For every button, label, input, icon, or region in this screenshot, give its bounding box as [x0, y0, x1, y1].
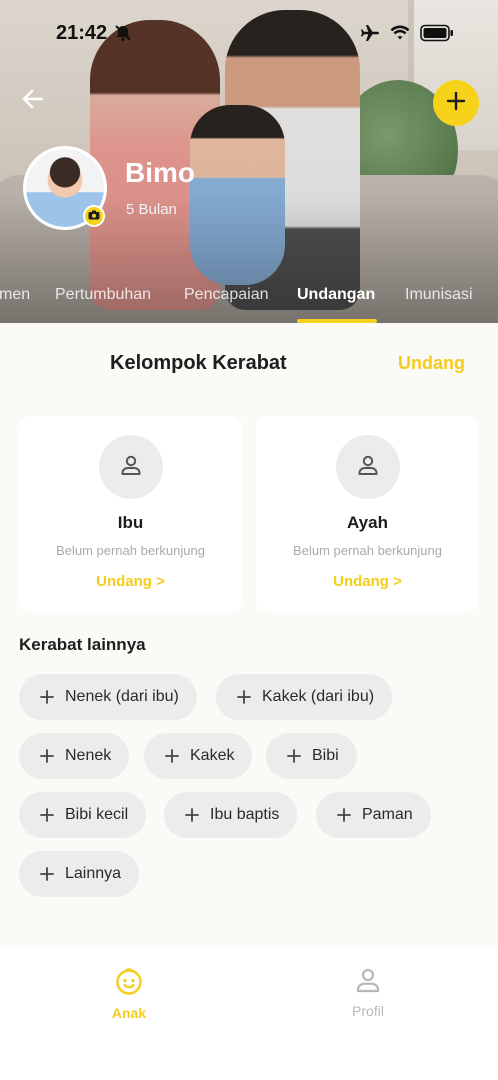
plus-icon [446, 91, 466, 116]
section-title: Kelompok Kerabat [110, 352, 287, 374]
add-button[interactable] [433, 80, 479, 126]
child-name: Bimo [125, 157, 195, 188]
chip-kakek[interactable]: Kakek [144, 733, 253, 779]
chip-label: Kakek (dari ibu) [262, 688, 375, 705]
silent-bell-icon [114, 24, 132, 47]
person-icon [356, 453, 380, 482]
tab-pertumbuhan[interactable]: Pertumbuhan [55, 286, 151, 304]
plus-icon [39, 866, 55, 882]
wifi-icon [390, 25, 410, 46]
nav-label: Anak [111, 1005, 147, 1021]
card-status: Belum pernah berkunjung [293, 543, 442, 558]
plus-icon [39, 689, 55, 705]
other-relatives-title: Kerabat lainnya [19, 635, 146, 654]
card-label: Ayah [347, 513, 388, 532]
airplane-mode-icon [360, 24, 380, 47]
plus-icon [236, 689, 252, 705]
tab-perkembangan[interactable]: men [0, 286, 30, 304]
chip-label: Bibi kecil [65, 806, 129, 823]
plus-icon [336, 807, 352, 823]
chip-label: Kakek [190, 747, 235, 764]
chip-paman[interactable]: Paman [316, 792, 431, 838]
status-time: 21:42 [56, 22, 108, 44]
person-icon [355, 968, 381, 998]
chip-label: Ibu baptis [210, 806, 280, 823]
chip-label: Bibi [312, 747, 339, 764]
bottom-nav: Anak Profil [0, 948, 498, 1080]
child-age: 5 Bulan [126, 201, 177, 218]
chip-label: Nenek [65, 747, 112, 764]
plus-icon [286, 748, 302, 764]
chip-bibi[interactable]: Bibi [266, 733, 357, 779]
card-label: Ibu [117, 513, 144, 532]
relative-card-ibu[interactable]: Ibu Belum pernah berkunjung Undang > [19, 416, 242, 612]
avatar-placeholder [99, 435, 163, 499]
chip-lainnya[interactable]: Lainnya [19, 851, 140, 897]
chip-ibu-baptis[interactable]: Ibu baptis [164, 792, 298, 838]
active-tab-indicator [297, 319, 377, 323]
back-button[interactable] [18, 86, 48, 116]
change-photo-button[interactable] [83, 205, 105, 227]
avatar-placeholder [336, 435, 400, 499]
battery-icon [420, 24, 454, 47]
tab-bar: men Pertumbuhan Pencapaian Undangan Imun… [0, 282, 498, 323]
person-icon [119, 453, 143, 482]
chip-bibi-kecil[interactable]: Bibi kecil [19, 792, 147, 838]
plus-icon [184, 807, 200, 823]
chip-label: Nenek (dari ibu) [65, 688, 179, 705]
plus-icon [39, 748, 55, 764]
baby-face-icon [114, 968, 144, 1000]
tab-imunisasi[interactable]: Imunisasi [405, 286, 473, 304]
nav-item-anak[interactable]: Anak [79, 966, 179, 1021]
card-invite-button[interactable]: Undang > [256, 573, 479, 590]
camera-icon [88, 207, 100, 225]
tab-pencapaian[interactable]: Pencapaian [184, 286, 269, 304]
tab-undangan[interactable]: Undangan [297, 286, 375, 304]
invite-button[interactable]: Undang [398, 353, 465, 374]
nav-item-profil[interactable]: Profil [318, 966, 418, 1019]
card-invite-button[interactable]: Undang > [19, 573, 242, 590]
status-bar: 21:42 [0, 0, 498, 66]
chip-nenek-dari-ibu[interactable]: Nenek (dari ibu) [19, 674, 197, 720]
arrow-left-icon [22, 89, 44, 114]
chip-kakek-dari-ibu[interactable]: Kakek (dari ibu) [216, 674, 393, 720]
chip-label: Paman [362, 806, 413, 823]
plus-icon [164, 748, 180, 764]
nav-label: Profil [352, 1003, 384, 1019]
card-status: Belum pernah berkunjung [56, 543, 205, 558]
chip-nenek[interactable]: Nenek [19, 733, 130, 779]
relative-card-ayah[interactable]: Ayah Belum pernah berkunjung Undang > [256, 416, 479, 612]
plus-icon [39, 807, 55, 823]
chip-label: Lainnya [65, 865, 122, 882]
